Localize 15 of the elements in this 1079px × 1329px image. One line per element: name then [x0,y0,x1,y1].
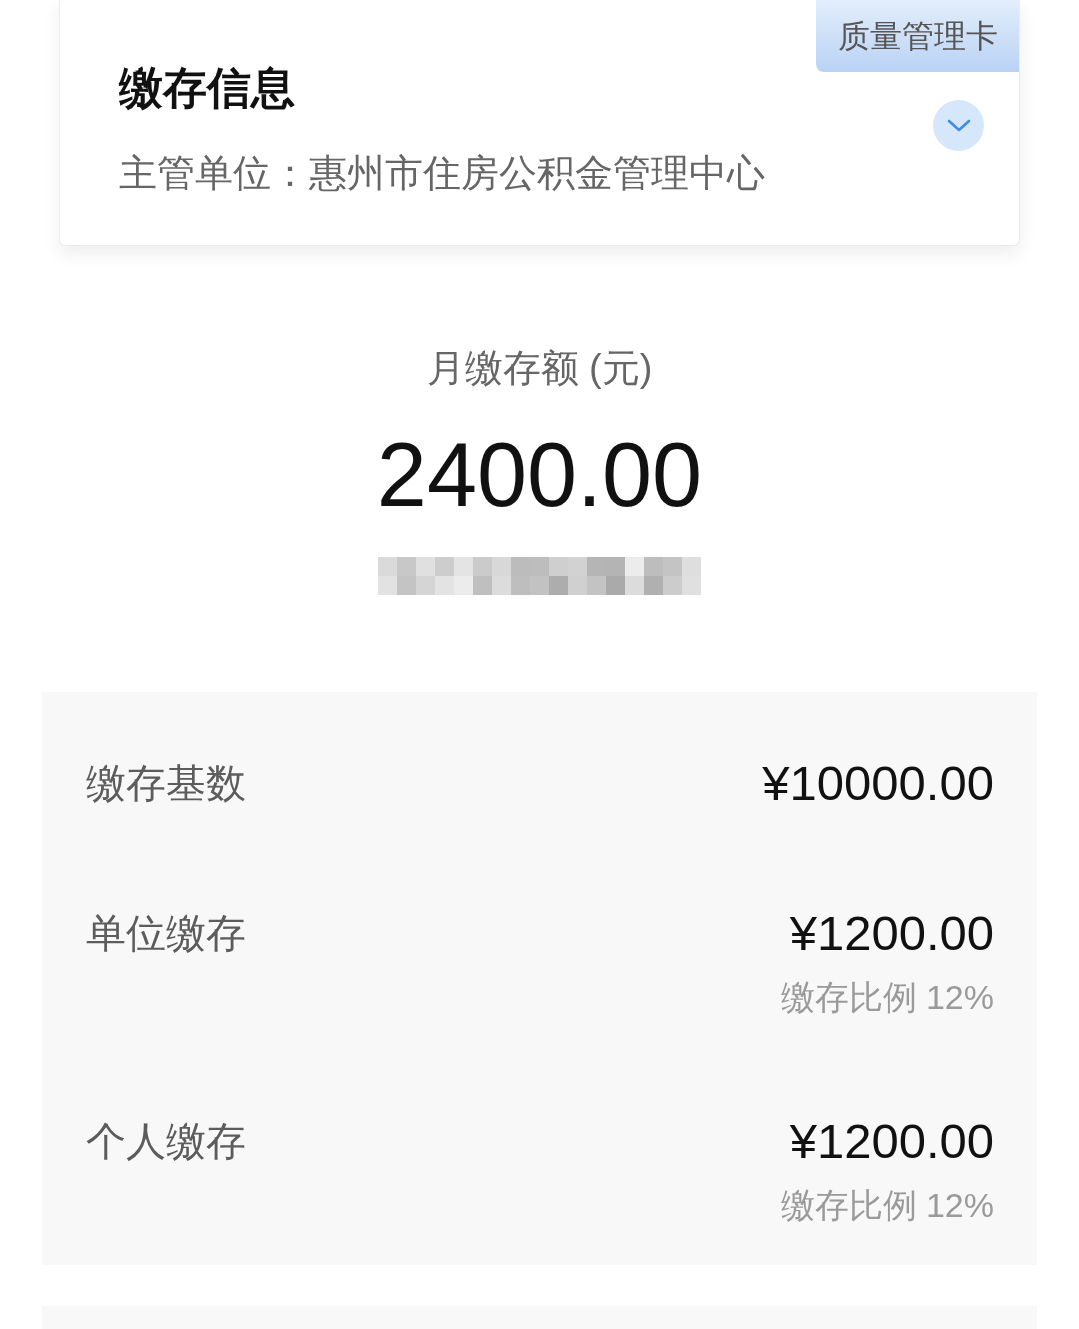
item-label: 个人缴存 [86,1118,246,1165]
monthly-amount-label: 月缴存额 (元) [426,346,653,391]
item-label: 单位缴存 [86,910,246,957]
item-amount: ¥1200.00 [789,1115,994,1167]
expand-toggle-button[interactable] [933,100,984,151]
contribution-ratio: 缴存比例 12% [780,1185,994,1225]
item-amount: ¥10000.00 [762,757,994,809]
monthly-amount-value: 2400.00 [376,425,703,525]
managing-unit-text: 主管单位：惠州市住房公积金管理中心 [119,151,765,196]
chevron-down-icon [945,117,972,134]
item-label: 缴存基数 [86,760,246,807]
contribution-ratio: 缴存比例 12% [780,977,994,1017]
quality-card-tag: 质量管理卡 [816,0,1019,72]
item-amount: ¥1200.00 [789,907,994,959]
card-title: 缴存信息 [119,62,295,114]
